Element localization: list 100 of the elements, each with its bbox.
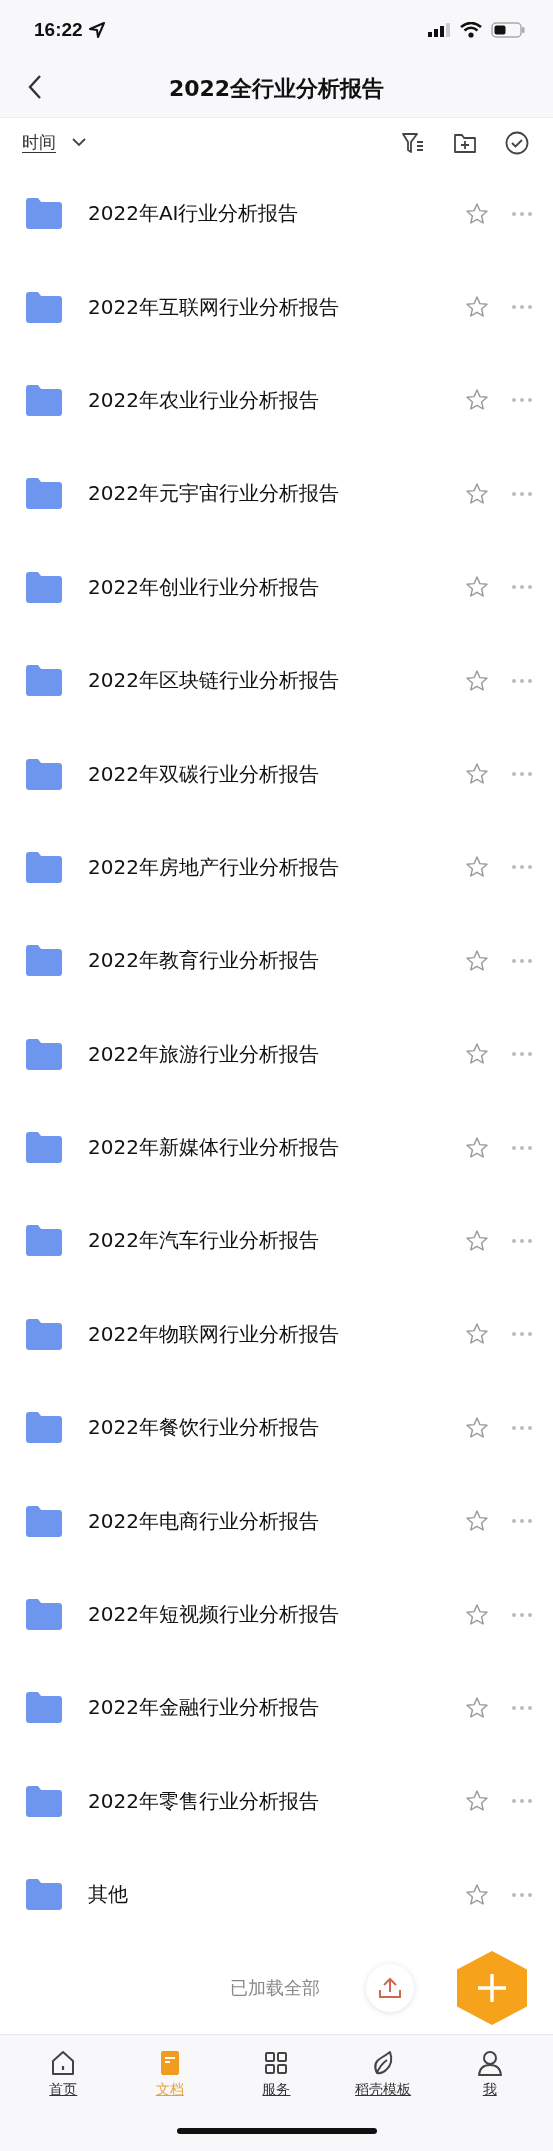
folder-icon [26, 1879, 62, 1911]
star-icon[interactable] [465, 295, 489, 320]
folder-row[interactable]: 2022年创业行业分析报告 [0, 540, 553, 634]
person-icon [475, 2049, 504, 2078]
location-icon [88, 22, 105, 38]
folder-icon [26, 1038, 62, 1070]
folder-name: 2022年农业行业分析报告 [88, 386, 320, 414]
folder-name: 2022年电商行业分析报告 [88, 1507, 320, 1535]
more-icon[interactable] [511, 1331, 533, 1338]
star-icon[interactable] [465, 762, 489, 787]
folder-row[interactable]: 2022年互联网行业分析报告 [0, 260, 553, 354]
folder-name: 2022年金融行业分析报告 [88, 1694, 320, 1722]
folder-icon [26, 665, 62, 697]
folder-row[interactable]: 2022年教育行业分析报告 [0, 914, 553, 1008]
star-icon[interactable] [465, 1415, 489, 1440]
tab[interactable]: 首页 [10, 2049, 117, 2100]
folder-icon [26, 1692, 62, 1724]
folder-name: 其他 [88, 1881, 129, 1909]
folder-name: 2022年餐饮行业分析报告 [88, 1414, 320, 1442]
folder-icon [26, 851, 62, 883]
more-icon[interactable] [511, 304, 533, 311]
more-icon[interactable] [511, 771, 533, 778]
more-icon[interactable] [511, 677, 533, 684]
folder-row[interactable]: 2022年金融行业分析报告 [0, 1661, 553, 1755]
folder-row[interactable]: 2022年旅游行业分析报告 [0, 1007, 553, 1101]
folder-icon [26, 1785, 62, 1817]
more-icon[interactable] [511, 584, 533, 591]
folder-name: 2022年短视频行业分析报告 [88, 1601, 340, 1629]
folder-icon [26, 198, 62, 230]
more-icon[interactable] [511, 1611, 533, 1618]
folder-row[interactable]: 2022年房地产行业分析报告 [0, 820, 553, 915]
new-folder-icon[interactable] [453, 131, 477, 154]
folder-icon [26, 945, 62, 977]
more-icon[interactable] [511, 1144, 533, 1151]
folder-row[interactable]: 2022年元宇宙行业分析报告 [0, 447, 553, 541]
star-icon[interactable] [465, 855, 489, 880]
star-icon[interactable] [465, 1509, 489, 1534]
star-icon[interactable] [465, 575, 489, 600]
tab[interactable]: 服务 [223, 2049, 330, 2100]
folder-row[interactable]: 2022年短视频行业分析报告 [0, 1567, 553, 1662]
more-icon[interactable] [511, 957, 533, 964]
folder-row[interactable]: 2022年AI行业分析报告 [0, 167, 553, 261]
folder-name: 2022年新媒体行业分析报告 [88, 1134, 340, 1162]
upload-button[interactable] [366, 1963, 414, 2012]
folder-name: 2022年区块链行业分析报告 [88, 667, 340, 695]
star-icon[interactable] [465, 1789, 489, 1814]
more-icon[interactable] [511, 1424, 533, 1431]
folder-name: 2022年元宇宙行业分析报告 [88, 480, 340, 508]
star-icon[interactable] [465, 948, 489, 973]
star-icon[interactable] [465, 1602, 489, 1627]
page-title: 2022全行业分析报告 [168, 75, 385, 101]
more-icon[interactable] [511, 1798, 533, 1805]
sort-dropdown[interactable]: 时间 [22, 131, 86, 154]
star-icon[interactable] [465, 201, 489, 226]
star-icon[interactable] [465, 1229, 489, 1253]
folder-icon [26, 384, 62, 416]
folder-name: 2022年物联网行业分析报告 [88, 1320, 340, 1348]
star-icon[interactable] [465, 1695, 489, 1720]
wifi-icon [460, 22, 482, 38]
folder-name: 2022年创业行业分析报告 [88, 573, 320, 601]
tab[interactable]: 我 [436, 2049, 543, 2100]
folder-icon [26, 1132, 62, 1164]
folder-name: 2022年零售行业分析报告 [88, 1787, 320, 1815]
folder-row[interactable]: 2022年新媒体行业分析报告 [0, 1100, 553, 1195]
folder-row[interactable]: 其他 [0, 1848, 553, 1942]
more-icon[interactable] [511, 1518, 533, 1525]
status-time: 16:22 [34, 19, 83, 41]
folder-row[interactable]: 2022年区块链行业分析报告 [0, 633, 553, 728]
star-icon[interactable] [465, 1882, 489, 1907]
caret-icon [72, 138, 86, 147]
more-icon[interactable] [511, 1051, 533, 1058]
folder-row[interactable]: 2022年双碳行业分析报告 [0, 727, 553, 821]
folder-row[interactable]: 2022年物联网行业分析报告 [0, 1287, 553, 1382]
battery-icon [491, 22, 525, 38]
star-icon[interactable] [465, 388, 489, 413]
folder-row[interactable]: 2022年农业行业分析报告 [0, 353, 553, 448]
folder-row[interactable]: 2022年电商行业分析报告 [0, 1474, 553, 1568]
more-icon[interactable] [511, 210, 533, 217]
signal-icon [428, 23, 450, 37]
folder-icon [26, 1225, 62, 1257]
more-icon[interactable] [511, 490, 533, 497]
select-icon[interactable] [505, 130, 529, 155]
more-icon[interactable] [511, 397, 533, 404]
tab[interactable]: 稻壳模板 [329, 2049, 437, 2100]
folder-name: 2022年旅游行业分析报告 [88, 1040, 320, 1068]
star-icon[interactable] [465, 1322, 489, 1347]
star-icon[interactable] [465, 668, 489, 693]
more-icon[interactable] [511, 1238, 533, 1244]
folder-name: 2022年双碳行业分析报告 [88, 760, 320, 788]
star-icon[interactable] [465, 1042, 489, 1067]
folder-row[interactable]: 2022年餐饮行业分析报告 [0, 1381, 553, 1475]
folder-row[interactable]: 2022年零售行业分析报告 [0, 1754, 553, 1849]
folder-row[interactable]: 2022年汽车行业分析报告 [0, 1194, 553, 1288]
more-icon[interactable] [511, 864, 533, 871]
more-icon[interactable] [511, 1891, 533, 1898]
more-icon[interactable] [511, 1704, 533, 1711]
star-icon[interactable] [465, 1135, 489, 1160]
upload-icon [378, 1976, 402, 1999]
filter-icon[interactable] [401, 130, 425, 155]
star-icon[interactable] [465, 481, 489, 506]
